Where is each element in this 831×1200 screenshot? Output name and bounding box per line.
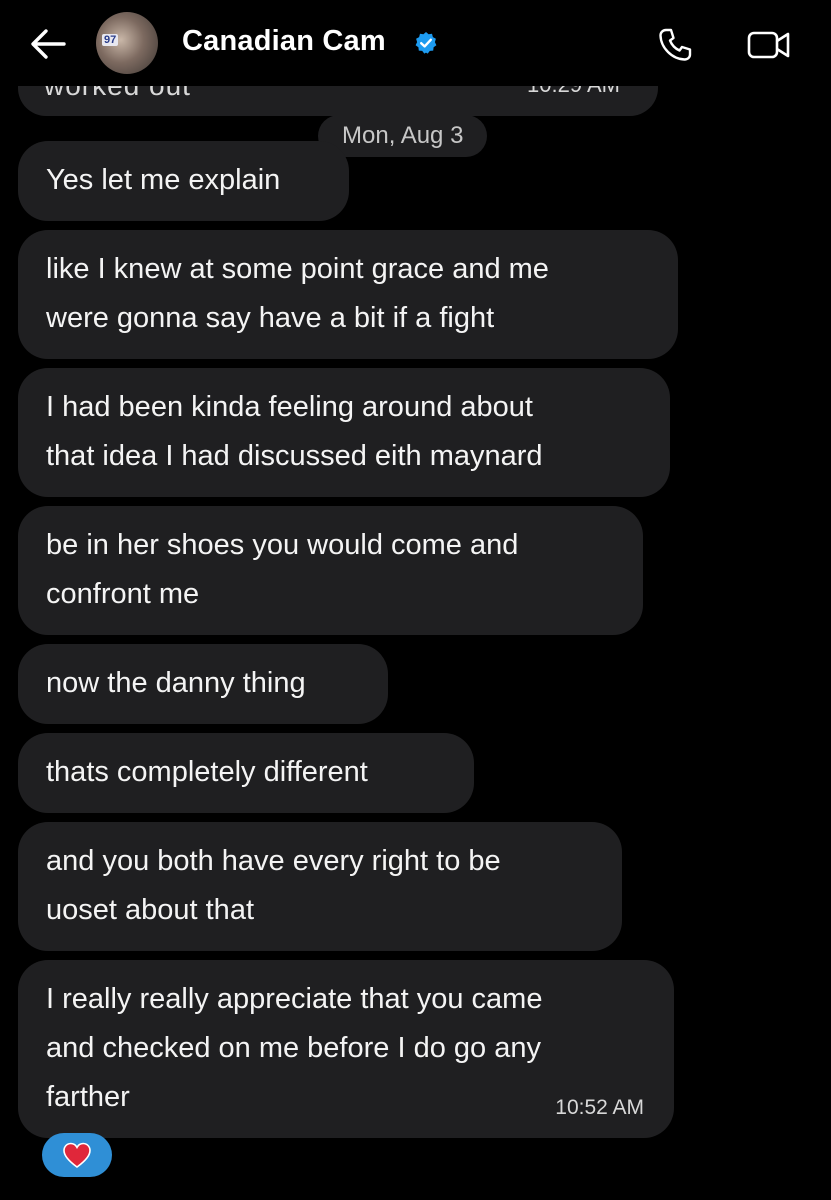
message-bubble[interactable]: Yes let me explain [18, 141, 349, 221]
message-line: I had been kinda feeling around about [46, 391, 533, 423]
reaction-pill[interactable] [42, 1133, 112, 1177]
message-bubble[interactable]: and you both have every right to be uose… [18, 822, 622, 951]
back-arrow-icon[interactable] [28, 26, 68, 62]
message-line: thats completely different [46, 756, 368, 788]
message-bubble[interactable]: I had been kinda feeling around about th… [18, 368, 670, 497]
verified-badge-icon [415, 32, 437, 54]
message-line: and you both have every right to be [46, 845, 501, 877]
avatar[interactable]: 97 [96, 12, 158, 74]
message-bubble[interactable]: thats completely different [18, 733, 474, 813]
message-line: confront me [46, 578, 200, 610]
message-line: be in her shoes you would come and [46, 529, 519, 561]
message-line: were gonna say have a bit if a fight [46, 302, 495, 334]
message-bubble[interactable]: now the danny thing [18, 644, 388, 724]
avatar-jersey-number: 97 [102, 34, 119, 46]
conversation-header: 97 Canadian Cam [0, 0, 831, 86]
message-bubble[interactable]: I really really appreciate that you came… [18, 960, 674, 1138]
message-line: now the danny thing [46, 667, 306, 699]
message-line: and checked on me before I do go any [46, 1032, 541, 1064]
message-line: that idea I had discussed eith maynard [46, 440, 543, 472]
message-line: uoset about that [46, 894, 254, 926]
date-separator: Mon, Aug 3 [318, 115, 488, 157]
heart-icon [63, 1142, 91, 1168]
message-bubble[interactable]: like I knew at some point grace and me w… [18, 230, 678, 359]
video-call-icon[interactable] [746, 28, 792, 62]
phone-call-icon[interactable] [656, 26, 694, 64]
message-bubble[interactable]: be in her shoes you would come and confr… [18, 506, 643, 635]
message-line: like I knew at some point grace and me [46, 253, 549, 285]
message-line: Yes let me explain [46, 164, 281, 196]
message-line: I really really appreciate that you came [46, 983, 543, 1015]
contact-name[interactable]: Canadian Cam [182, 25, 386, 58]
message-timestamp: 10:52 AM [555, 1096, 644, 1119]
